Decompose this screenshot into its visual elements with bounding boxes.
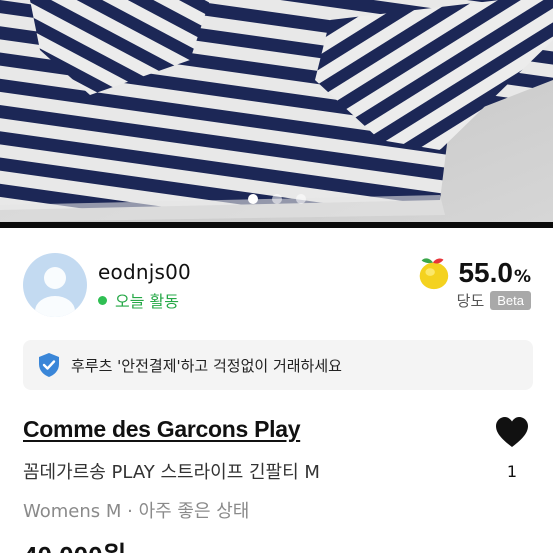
brand-link[interactable]: Comme des Garcons Play — [23, 416, 300, 443]
gallery-dot-1[interactable] — [247, 194, 258, 204]
shield-check-icon — [39, 353, 59, 377]
status-dot-icon — [98, 295, 107, 305]
sweetness-unit: % — [513, 267, 531, 287]
product-title: 꼼데가르송 PLAY 스트라이프 긴팔티 M — [23, 462, 320, 483]
like-count: 1 — [506, 462, 518, 481]
safe-payment-text: 후루츠 '안전결제'하고 걱정없이 거래하세요 — [71, 356, 342, 375]
lemon-fruit-icon — [420, 258, 449, 290]
heart-icon[interactable] — [494, 415, 530, 451]
avatar[interactable] — [23, 253, 87, 317]
sweetness-value: 55.0 — [458, 257, 513, 288]
product-photo[interactable] — [0, 0, 553, 222]
product-condition: Womens M · 아주 좋은 상태 — [23, 501, 250, 522]
gallery-dot-2[interactable] — [271, 194, 282, 204]
seller-section[interactable]: eodnjs00 오늘 활동 55.0 % 당도 Beta — [0, 228, 553, 330]
sweetness-label: 당도 — [456, 292, 485, 310]
gallery-pagination — [0, 194, 553, 204]
safe-payment-banner[interactable]: 후루츠 '안전결제'하고 걱정없이 거래하세요 — [23, 340, 533, 390]
beta-badge: Beta — [490, 291, 531, 310]
sweetness-score[interactable]: 55.0 % — [414, 254, 531, 292]
seller-name[interactable]: eodnjs00 — [98, 260, 191, 284]
default-avatar-icon — [35, 267, 75, 317]
activity-status: 오늘 활동 — [98, 288, 179, 312]
activity-status-label: 오늘 활동 — [115, 292, 179, 311]
gallery-dot-3[interactable] — [295, 194, 306, 204]
sweetness-caption: 당도 Beta — [457, 290, 531, 311]
product-price: 40,000원 — [23, 536, 126, 553]
